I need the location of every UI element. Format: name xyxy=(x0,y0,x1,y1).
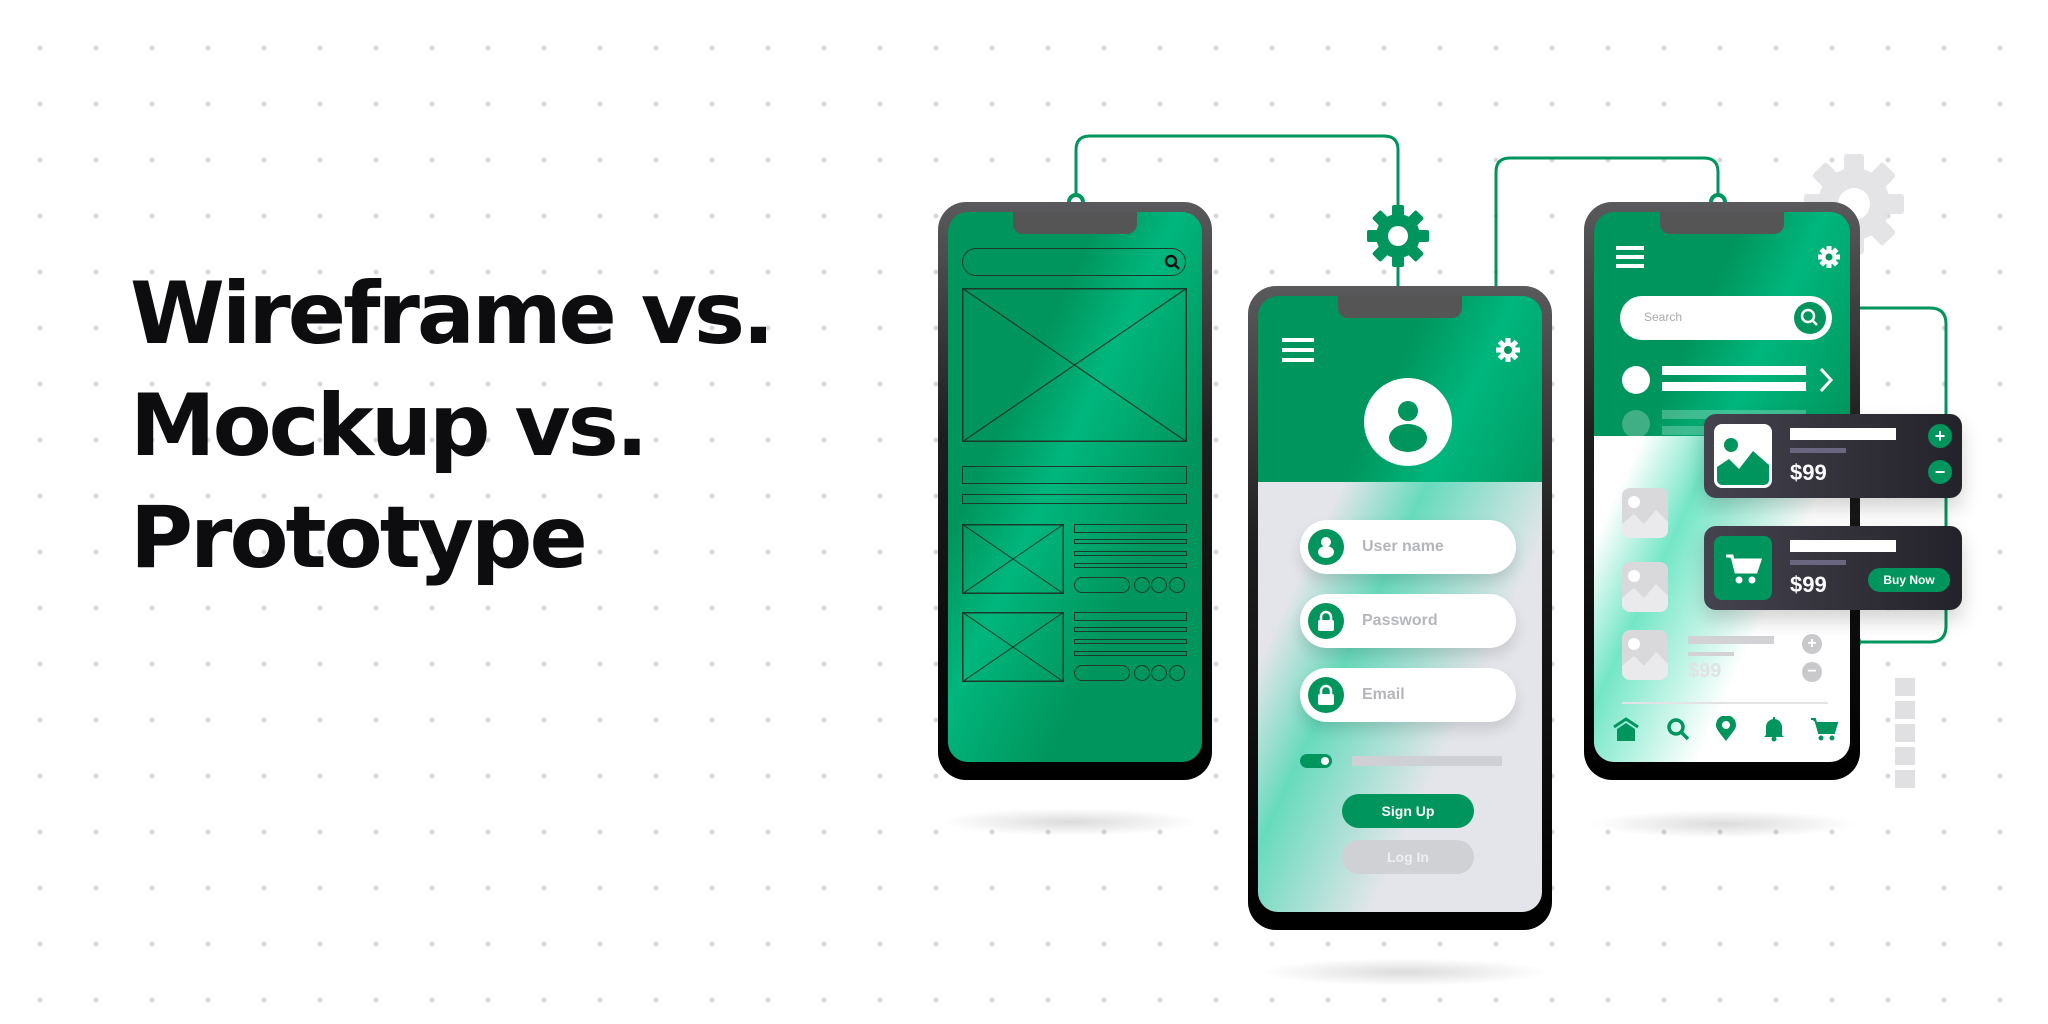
wf-text-line xyxy=(1074,524,1187,533)
wf-plus-circle xyxy=(1169,665,1185,681)
phone-shadow xyxy=(1588,810,1858,838)
email-field[interactable]: Email xyxy=(1300,668,1516,722)
wf-text-line xyxy=(1074,651,1187,656)
image-placeholder-icon xyxy=(1622,562,1668,612)
user-icon xyxy=(1389,401,1427,452)
hamburger-menu-icon[interactable] xyxy=(1282,338,1314,364)
wf-button xyxy=(1074,577,1130,593)
increase-button[interactable]: + xyxy=(1928,424,1952,448)
phone-notch xyxy=(1660,212,1784,234)
wireframe-phone xyxy=(938,202,1212,780)
product-card-buy[interactable]: $99 Buy Now xyxy=(1704,526,1962,610)
bottom-nav xyxy=(1612,716,1838,744)
wf-text-line xyxy=(1074,563,1187,568)
chevron-right-icon xyxy=(1819,367,1834,393)
card-price: $99 xyxy=(1790,572,1827,597)
bell-icon[interactable] xyxy=(1762,716,1786,742)
wf-image-placeholder xyxy=(962,612,1064,682)
image-placeholder-icon xyxy=(1622,488,1668,538)
wf-plus-circle xyxy=(1169,577,1185,593)
wf-circle xyxy=(1151,665,1167,681)
wf-text-line xyxy=(1074,612,1187,621)
location-pin-icon[interactable] xyxy=(1715,716,1737,742)
wf-circle xyxy=(1151,577,1167,593)
list-item-price: $99 xyxy=(1688,660,1722,682)
list-title-placeholder xyxy=(1688,636,1774,644)
mockup-phone: User name Password Email Sign Up Log In xyxy=(1248,286,1552,930)
decorative-squares xyxy=(1895,678,1915,788)
home-icon[interactable] xyxy=(1612,716,1640,742)
increase-button[interactable]: + xyxy=(1802,634,1822,654)
password-field[interactable]: Password xyxy=(1300,594,1516,648)
wf-search-bar xyxy=(962,248,1186,276)
wf-text-line xyxy=(1074,551,1187,556)
image-icon xyxy=(1714,424,1772,488)
divider xyxy=(1622,702,1828,704)
wf-text-line xyxy=(1074,539,1187,544)
search-icon xyxy=(1164,254,1180,270)
cart-icon[interactable] xyxy=(1810,716,1838,742)
phone-notch xyxy=(1013,212,1137,234)
wf-button xyxy=(1074,665,1130,681)
cart-icon xyxy=(1714,536,1772,600)
wireframe-screen xyxy=(948,212,1202,762)
wf-circle xyxy=(1134,577,1150,593)
wf-text-line xyxy=(962,494,1187,504)
log-in-button[interactable]: Log In xyxy=(1342,840,1474,874)
card-price: $99 xyxy=(1790,460,1827,485)
search-icon[interactable] xyxy=(1665,716,1691,742)
phone-shadow xyxy=(1260,958,1550,986)
wf-text-line xyxy=(1074,639,1187,644)
buy-now-button[interactable]: Buy Now xyxy=(1868,568,1950,592)
settings-gear-icon[interactable] xyxy=(1494,336,1522,364)
search-icon xyxy=(1800,308,1818,326)
wf-circle xyxy=(1134,665,1150,681)
toggle-label-placeholder xyxy=(1352,756,1502,766)
user-icon xyxy=(1308,529,1344,565)
lock-icon xyxy=(1308,603,1344,639)
product-card-quantity[interactable]: $99 + − xyxy=(1704,414,1962,498)
image-placeholder-icon xyxy=(1622,630,1668,680)
lock-icon xyxy=(1308,677,1344,713)
wf-image-placeholder xyxy=(962,288,1187,442)
username-field[interactable]: User name xyxy=(1300,520,1516,574)
wf-image-placeholder xyxy=(962,524,1064,594)
search-input[interactable]: Search xyxy=(1620,296,1832,340)
wf-text-line xyxy=(962,466,1187,484)
decrease-button[interactable]: − xyxy=(1802,662,1822,682)
hamburger-menu-icon[interactable] xyxy=(1616,246,1644,268)
settings-gear-icon[interactable] xyxy=(1816,244,1842,270)
email-placeholder: Email xyxy=(1362,686,1405,703)
avatar xyxy=(1364,378,1452,466)
username-placeholder: User name xyxy=(1362,538,1444,555)
list-item[interactable] xyxy=(1622,364,1842,394)
sign-up-button[interactable]: Sign Up xyxy=(1342,794,1474,828)
mockup-screen: User name Password Email Sign Up Log In xyxy=(1258,296,1542,912)
phone-shadow xyxy=(940,808,1200,836)
list-subtitle-placeholder xyxy=(1688,652,1734,656)
search-placeholder: Search xyxy=(1644,310,1683,324)
remember-toggle[interactable] xyxy=(1300,754,1332,768)
gear-icon xyxy=(1367,205,1429,267)
phone-notch xyxy=(1338,296,1462,318)
wf-text-line xyxy=(1074,627,1187,632)
password-placeholder: Password xyxy=(1362,612,1438,629)
search-button[interactable] xyxy=(1794,302,1826,334)
decrease-button[interactable]: − xyxy=(1928,460,1952,484)
